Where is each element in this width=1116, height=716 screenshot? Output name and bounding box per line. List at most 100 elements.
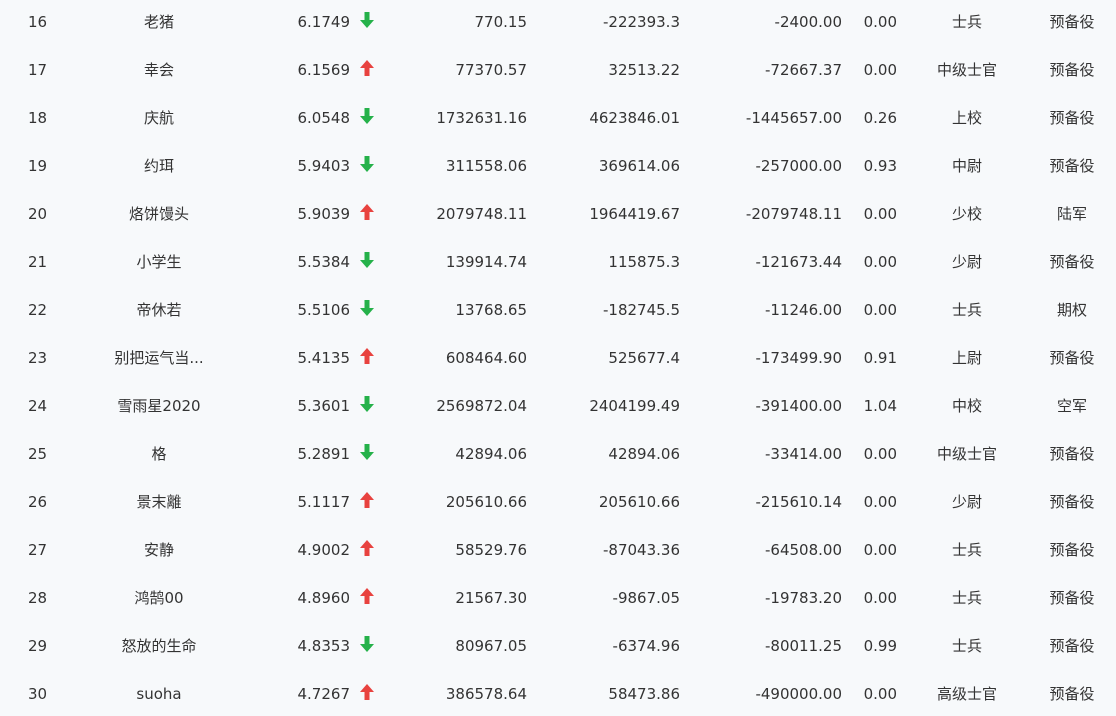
trend-cell <box>354 670 380 716</box>
value-col-1: 139914.74 <box>445 253 527 271</box>
table-row[interactable]: 20 烙饼馒头 5.9039 2079748.11 1964419.67 -20… <box>0 190 1116 238</box>
table-row[interactable]: 29 怒放的生命 4.8353 80967.05 -6374.96 -80011… <box>0 622 1116 670</box>
rank-number: 25 <box>27 445 48 463</box>
rank-number: 17 <box>27 61 48 79</box>
player-name[interactable]: 约珥 <box>84 142 234 190</box>
value-col-3: -72667.37 <box>765 61 842 79</box>
rank-number: 16 <box>27 13 48 31</box>
score-value: 5.5106 <box>297 301 351 319</box>
value-col-4: 0.91 <box>863 349 897 367</box>
player-name[interactable]: 小学生 <box>84 238 234 286</box>
value-col-1: 21567.30 <box>455 589 527 607</box>
service-status: 预备役 <box>1049 493 1095 511</box>
score-value: 5.3601 <box>297 397 351 415</box>
score-value: 4.9002 <box>297 541 351 559</box>
value-col-4: 0.00 <box>863 61 897 79</box>
value-col-2: -222393.3 <box>603 13 680 31</box>
value-col-1: 386578.64 <box>445 685 527 703</box>
rank-number: 27 <box>27 541 48 559</box>
military-rank: 上尉 <box>951 349 982 367</box>
service-status: 预备役 <box>1049 589 1095 607</box>
table-row[interactable]: 23 别把运气当... 5.4135 608464.60 525677.4 -1… <box>0 334 1116 382</box>
value-col-1: 1732631.16 <box>436 109 527 127</box>
score-value: 4.8960 <box>297 589 351 607</box>
value-col-4: 1.04 <box>863 397 897 415</box>
player-name[interactable]: 景末離 <box>84 478 234 526</box>
score-value: 6.1569 <box>297 61 351 79</box>
player-name[interactable]: 帝休若 <box>84 286 234 334</box>
value-col-2: -9867.05 <box>612 589 680 607</box>
trend-cell <box>354 478 380 526</box>
value-col-4: 0.00 <box>863 493 897 511</box>
player-name[interactable]: 安静 <box>84 526 234 574</box>
service-status: 预备役 <box>1049 157 1095 175</box>
service-status: 预备役 <box>1049 253 1095 271</box>
table-row[interactable]: 27 安静 4.9002 58529.76 -87043.36 -64508.0… <box>0 526 1116 574</box>
score-value: 5.5384 <box>297 253 351 271</box>
trend-cell <box>354 286 380 334</box>
service-status: 陆军 <box>1056 205 1087 223</box>
value-col-2: 205610.66 <box>598 493 680 511</box>
table-row[interactable]: 17 幸会 6.1569 77370.57 32513.22 -72667.37… <box>0 46 1116 94</box>
table-row[interactable]: 22 帝休若 5.5106 13768.65 -182745.5 -11246.… <box>0 286 1116 334</box>
value-col-3: -391400.00 <box>755 397 842 415</box>
service-status: 预备役 <box>1049 13 1095 31</box>
military-rank: 中级士官 <box>936 445 997 463</box>
arrow-down-icon <box>360 395 374 412</box>
value-col-3: -215610.14 <box>755 493 842 511</box>
value-col-3: -80011.25 <box>765 637 842 655</box>
table-row[interactable]: 21 小学生 5.5384 139914.74 115875.3 -121673… <box>0 238 1116 286</box>
military-rank: 少尉 <box>951 253 982 271</box>
military-rank: 少尉 <box>951 493 982 511</box>
value-col-1: 42894.06 <box>455 445 527 463</box>
military-rank: 士兵 <box>951 13 982 31</box>
player-name[interactable]: suoha <box>84 670 234 716</box>
service-status: 预备役 <box>1049 685 1095 703</box>
value-col-2: 58473.86 <box>608 685 680 703</box>
rank-number: 21 <box>27 253 48 271</box>
player-name[interactable]: 格 <box>84 430 234 478</box>
table-row[interactable]: 18 庆航 6.0548 1732631.16 4623846.01 -1445… <box>0 94 1116 142</box>
table-row[interactable]: 24 雪雨星2020 5.3601 2569872.04 2404199.49 … <box>0 382 1116 430</box>
service-status: 预备役 <box>1049 541 1095 559</box>
rank-number: 30 <box>27 685 48 703</box>
military-rank: 中级士官 <box>936 61 997 79</box>
player-name[interactable]: 老猪 <box>84 0 234 46</box>
value-col-4: 0.00 <box>863 205 897 223</box>
rank-number: 19 <box>27 157 48 175</box>
table-row[interactable]: 28 鸿鹄00 4.8960 21567.30 -9867.05 -19783.… <box>0 574 1116 622</box>
value-col-4: 0.93 <box>863 157 897 175</box>
rank-number: 20 <box>27 205 48 223</box>
player-name[interactable]: 别把运气当... <box>84 334 234 382</box>
table-row[interactable]: 16 老猪 6.1749 770.15 -222393.3 -2400.00 0… <box>0 0 1116 46</box>
table-row[interactable]: 26 景末離 5.1117 205610.66 205610.66 -21561… <box>0 478 1116 526</box>
value-col-2: -87043.36 <box>603 541 680 559</box>
trend-cell <box>354 622 380 670</box>
rank-number: 18 <box>27 109 48 127</box>
arrow-up-icon <box>360 59 374 76</box>
military-rank: 士兵 <box>951 637 982 655</box>
value-col-4: 0.00 <box>863 685 897 703</box>
value-col-4: 0.00 <box>863 589 897 607</box>
table-row[interactable]: 30 suoha 4.7267 386578.64 58473.86 -4900… <box>0 670 1116 716</box>
player-name[interactable]: 鸿鹄00 <box>84 574 234 622</box>
table-row[interactable]: 19 约珥 5.9403 311558.06 369614.06 -257000… <box>0 142 1116 190</box>
military-rank: 少校 <box>951 205 982 223</box>
score-value: 4.8353 <box>297 637 351 655</box>
value-col-3: -490000.00 <box>755 685 842 703</box>
service-status: 空军 <box>1056 397 1087 415</box>
value-col-1: 770.15 <box>474 13 528 31</box>
service-status: 预备役 <box>1049 349 1095 367</box>
trend-cell <box>354 190 380 238</box>
player-name[interactable]: 幸会 <box>84 46 234 94</box>
value-col-1: 80967.05 <box>455 637 527 655</box>
value-col-2: 4623846.01 <box>589 109 680 127</box>
table-row[interactable]: 25 格 5.2891 42894.06 42894.06 -33414.00 … <box>0 430 1116 478</box>
military-rank: 士兵 <box>951 589 982 607</box>
player-name[interactable]: 雪雨星2020 <box>84 382 234 430</box>
player-name[interactable]: 烙饼馒头 <box>84 190 234 238</box>
rank-number: 22 <box>27 301 48 319</box>
player-name[interactable]: 怒放的生命 <box>84 622 234 670</box>
score-value: 6.1749 <box>297 13 351 31</box>
player-name[interactable]: 庆航 <box>84 94 234 142</box>
